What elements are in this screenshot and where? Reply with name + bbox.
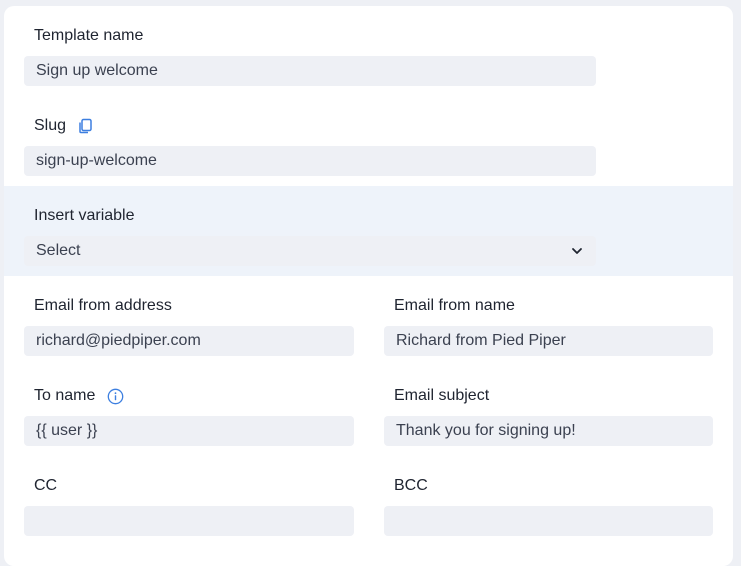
email-from-address-label: Email from address [34,297,172,314]
email-from-name-label: Email from name [394,297,515,314]
slug-input[interactable]: sign-up-welcome [24,146,596,176]
template-form-card: Template name Sign up welcome Slug sign-… [4,6,733,566]
insert-variable-select[interactable]: Select [24,236,596,266]
insert-variable-label: Insert variable [34,207,135,224]
bcc-label: BCC [394,477,428,494]
cc-input[interactable] [24,506,354,536]
template-name-label: Template name [34,27,144,44]
email-subject-input[interactable]: Thank you for signing up! [384,416,713,446]
slug-label: Slug [34,117,67,134]
email-from-address-input[interactable]: richard@piedpiper.com [24,326,354,356]
chevron-down-icon [570,244,584,258]
cc-label: CC [34,477,58,494]
insert-variable-value: Select [36,242,81,259]
bcc-input[interactable] [384,506,713,536]
template-name-input[interactable]: Sign up welcome [24,56,596,86]
to-name-input[interactable]: {{ user }} [24,416,354,446]
copy-icon[interactable] [76,117,94,135]
info-icon[interactable] [106,387,124,405]
email-subject-label: Email subject [394,387,490,404]
to-name-label: To name [34,387,96,404]
email-from-name-input[interactable]: Richard from Pied Piper [384,326,713,356]
